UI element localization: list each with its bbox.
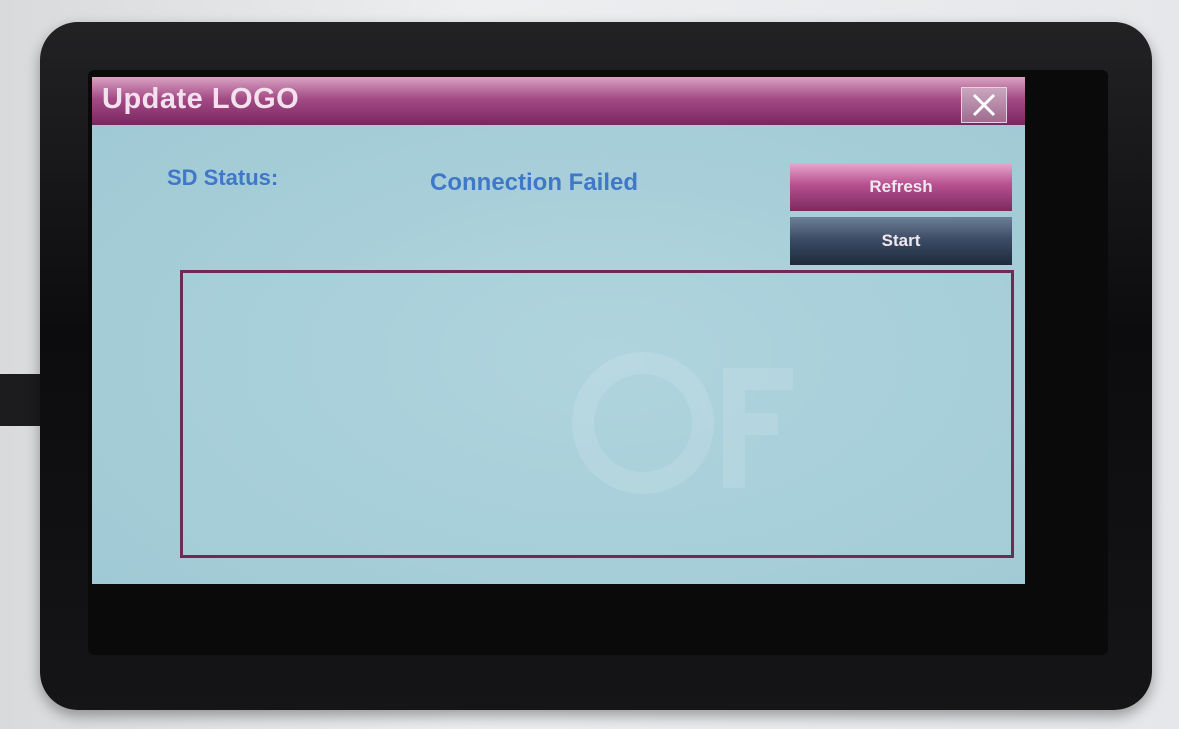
photo-background: Update LOGO SD Status: Connection Failed…	[0, 0, 1179, 729]
sd-status-value: Connection Failed	[430, 169, 639, 196]
close-button[interactable]	[961, 87, 1007, 123]
window-title: Update LOGO	[102, 83, 300, 115]
background-watermark-icon	[572, 352, 793, 494]
close-icon	[972, 93, 996, 117]
lcd-screen: Update LOGO SD Status: Connection Failed…	[92, 77, 1025, 584]
log-panel	[180, 270, 1014, 558]
refresh-button[interactable]: Refresh	[790, 163, 1012, 211]
start-button[interactable]: Start	[790, 217, 1012, 265]
sd-status-label: SD Status:	[167, 165, 279, 190]
title-bar: Update LOGO	[92, 77, 1025, 125]
